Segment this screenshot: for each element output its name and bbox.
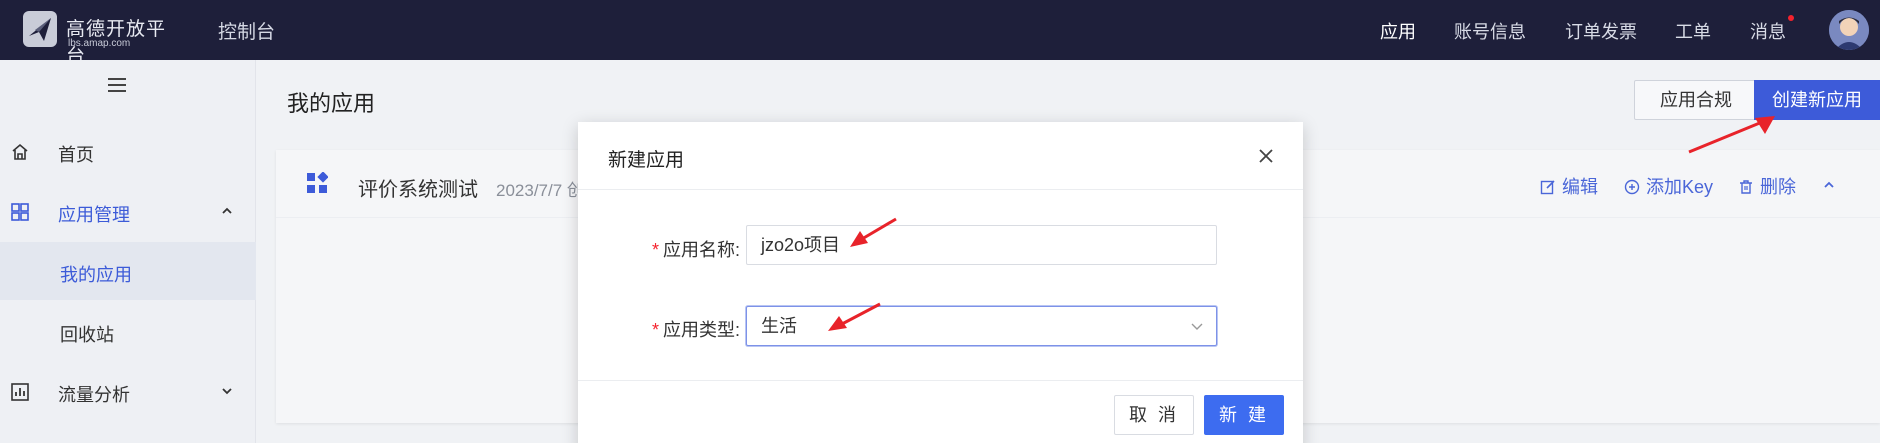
nav-account-info[interactable]: 账号信息: [1454, 18, 1526, 44]
sidebar-item-label: 应用管理: [58, 205, 130, 225]
cancel-button[interactable]: 取 消: [1114, 395, 1194, 435]
chart-icon: [11, 383, 29, 401]
console-link[interactable]: 控制台: [218, 17, 275, 44]
sidebar-item-label: 首页: [58, 145, 94, 165]
sidebar-item-traffic-analysis[interactable]: 流量分析: [0, 362, 256, 420]
add-key-label: 添加Key: [1646, 177, 1714, 197]
nav-orders-invoices[interactable]: 订单发票: [1565, 18, 1637, 44]
app-type-label: * 应用类型:: [651, 320, 740, 340]
delete-label: 删除: [1760, 177, 1796, 197]
nav-tickets[interactable]: 工单: [1675, 18, 1711, 44]
message-unread-dot: [1788, 15, 1794, 21]
nav-apps[interactable]: 应用: [1380, 18, 1416, 44]
app-type-select[interactable]: 生活: [746, 306, 1217, 346]
app-name-input[interactable]: jzo2o项目: [746, 225, 1217, 265]
nav-messages[interactable]: 消息: [1750, 18, 1786, 44]
top-navigation-bar: 高德开放平台 lbs.amap.com 控制台 应用 账号信息 订单发票 工单 …: [0, 0, 1880, 67]
dialog-footer: 取 消 新 建: [578, 380, 1303, 443]
app-grid-icon: [307, 172, 328, 193]
chevron-up-icon: [222, 207, 232, 214]
menu-toggle-icon[interactable]: [108, 78, 126, 92]
sidebar: 首页 应用管理 我的应用 回收站 流量分析: [0, 60, 256, 443]
create-new-app-button[interactable]: 创建新应用: [1754, 80, 1880, 120]
collapse-chevron-up-icon[interactable]: [1822, 178, 1836, 192]
required-asterisk: *: [651, 240, 659, 260]
chevron-down-icon: [1191, 323, 1203, 330]
home-icon: [12, 143, 28, 160]
chevron-down-icon: [222, 388, 232, 395]
app-name: 评价系统测试: [358, 179, 478, 201]
dialog-title: 新建应用: [608, 150, 685, 171]
sidebar-item-label: 我的应用: [60, 265, 132, 285]
app-created-date: 2023/7/7 创: [496, 181, 584, 200]
delete-button[interactable]: 删除: [1738, 173, 1796, 199]
trash-icon: [1740, 180, 1752, 194]
sidebar-item-recycle-bin[interactable]: 回收站: [0, 302, 256, 360]
create-button[interactable]: 新 建: [1204, 395, 1284, 435]
sidebar-item-app-management[interactable]: 应用管理: [0, 182, 256, 240]
app-compliance-button[interactable]: 应用合规: [1634, 80, 1758, 120]
sidebar-item-home[interactable]: 首页: [0, 122, 256, 180]
sidebar-item-my-apps[interactable]: 我的应用: [0, 242, 256, 300]
grid-icon: [11, 203, 29, 221]
page-title: 我的应用: [287, 91, 376, 116]
dialog-header: 新建应用: [578, 122, 1303, 190]
sidebar-item-label: 回收站: [60, 325, 114, 345]
avatar-icon: [1829, 10, 1869, 50]
amap-logo[interactable]: 高德开放平台 lbs.amap.com: [22, 8, 182, 67]
new-app-dialog: 新建应用 * 应用名称: jzo2o项目 * 应用类型: 生活 取 消 新 建: [578, 122, 1303, 443]
sidebar-item-label: 流量分析: [58, 385, 130, 405]
edit-button[interactable]: 编辑: [1540, 173, 1598, 199]
required-asterisk: *: [651, 320, 659, 340]
logo-domain: lbs.amap.com: [68, 38, 131, 49]
plus-circle-icon: [1624, 179, 1640, 195]
close-icon[interactable]: [1258, 148, 1274, 164]
add-key-button[interactable]: 添加Key: [1624, 173, 1713, 199]
user-avatar[interactable]: [1829, 10, 1869, 50]
edit-icon: [1540, 180, 1555, 195]
paper-plane-logo-icon: [23, 11, 57, 47]
app-type-value: 生活: [761, 316, 797, 336]
app-name-label: * 应用名称:: [651, 240, 740, 260]
edit-label: 编辑: [1562, 177, 1598, 197]
